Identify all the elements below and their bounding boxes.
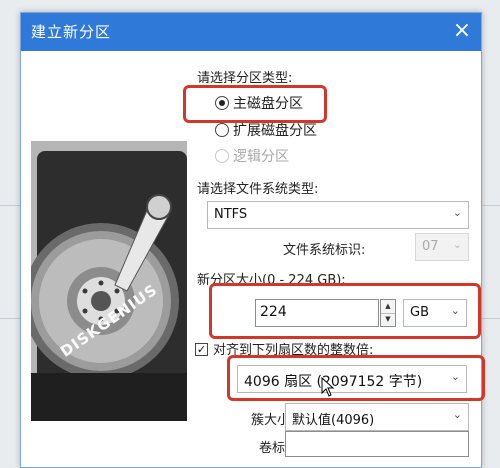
align-label: 对齐到下列扇区数的整数倍:	[213, 343, 374, 358]
radio-unchecked-icon[interactable]	[215, 123, 229, 137]
radio-disabled-icon	[215, 149, 229, 163]
file-system-id-value: 07	[422, 239, 439, 254]
stepper-up-icon[interactable]: ▲	[381, 300, 395, 314]
size-unit-select[interactable]: GB ⌄	[403, 299, 467, 327]
file-system-id-select: 07 ⌄	[415, 233, 469, 261]
dialog-titlebar: 建立新分区 ×	[21, 13, 481, 51]
chevron-down-icon: ⌄	[450, 304, 460, 317]
file-system-label: 请选择文件系统类型:	[197, 182, 319, 197]
partition-size-label: 新分区大小(0 - 224 GB):	[197, 273, 346, 288]
stepper-down-icon[interactable]: ▼	[381, 313, 395, 326]
partition-size-input[interactable]: 224	[255, 299, 379, 327]
hard-drive-illustration	[31, 141, 187, 421]
radio-checked-icon[interactable]	[215, 96, 229, 110]
file-system-select[interactable]: NTFS ⌄	[207, 201, 469, 229]
partition-size-stepper[interactable]: ▲ ▼	[380, 299, 396, 327]
new-partition-dialog: 建立新分区 × DISKGENIUS 请选择分区类型: 主磁盘分区 扩展磁盘分区…	[20, 12, 485, 468]
radio-extended-label: 扩展磁盘分区	[233, 123, 317, 139]
chevron-down-icon: ⌄	[450, 370, 460, 383]
close-icon[interactable]: ×	[447, 17, 477, 45]
radio-logical-label: 逻辑分区	[233, 149, 289, 165]
cluster-size-select[interactable]: 默认值(4096) ⌄	[285, 403, 469, 431]
chevron-down-icon: ⌄	[452, 206, 462, 219]
chevron-down-icon: ⌄	[452, 238, 462, 251]
radio-primary-label: 主磁盘分区	[233, 96, 303, 112]
size-unit-value: GB	[410, 305, 429, 320]
align-sector-select[interactable]: 4096 扇区 (2097152 字节) ⌄	[237, 365, 467, 393]
mouse-cursor-icon	[321, 377, 335, 397]
partition-size-value: 224	[260, 304, 287, 320]
diskgenius-banner: DISKGENIUS	[31, 141, 187, 421]
cluster-size-value: 默认值(4096)	[292, 413, 375, 428]
file-system-id-label: 文件系统标识:	[283, 243, 366, 258]
file-system-value: NTFS	[214, 207, 248, 222]
dialog-title: 建立新分区	[31, 23, 112, 41]
partition-type-label: 请选择分区类型:	[197, 71, 293, 86]
chevron-down-icon: ⌄	[452, 408, 462, 421]
volume-label-input[interactable]	[285, 431, 469, 457]
align-checkbox[interactable]: ✓	[195, 343, 208, 356]
